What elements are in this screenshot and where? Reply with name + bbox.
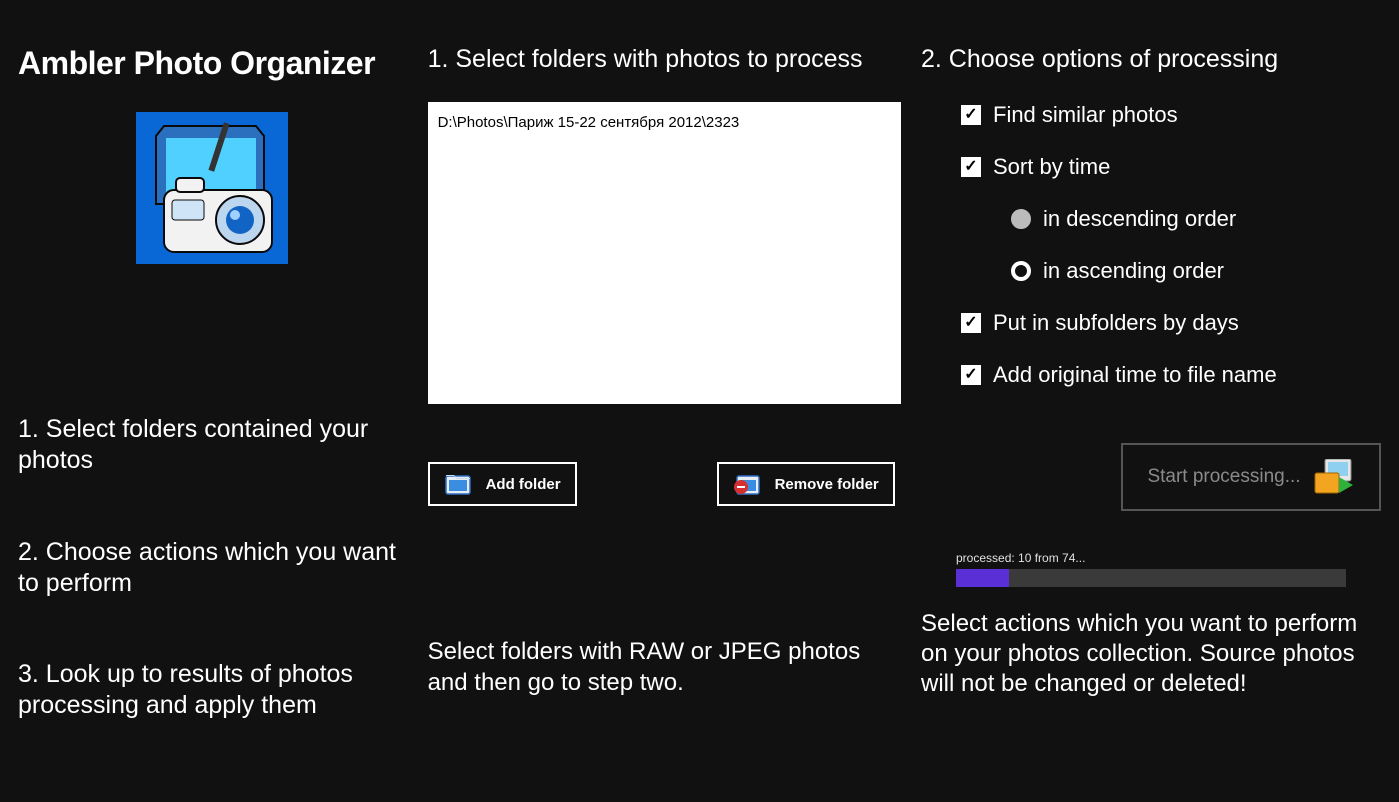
- mid-help-text: Select folders with RAW or JPEG photos a…: [428, 636, 901, 698]
- radio-icon[interactable]: [1011, 261, 1031, 281]
- progress-fill: [956, 569, 1009, 587]
- app-logo-icon: [136, 112, 288, 264]
- option-label: Put in subfolders by days: [993, 310, 1239, 336]
- checkbox-icon[interactable]: [961, 313, 981, 333]
- option-find-similar[interactable]: Find similar photos: [961, 102, 1381, 128]
- option-order-descending[interactable]: in descending order: [1011, 206, 1381, 232]
- mid-heading: 1. Select folders with photos to process: [428, 45, 901, 74]
- checkbox-icon[interactable]: [961, 157, 981, 177]
- right-help-text: Select actions which you want to perform…: [921, 609, 1381, 699]
- left-step-1: 1. Select folders contained your photos: [18, 414, 408, 477]
- option-label: Find similar photos: [993, 102, 1178, 128]
- left-step-3: 3. Look up to results of photos processi…: [18, 659, 408, 722]
- folder-remove-icon: [733, 472, 761, 496]
- option-label: Sort by time: [993, 154, 1110, 180]
- option-add-time-filename[interactable]: Add original time to file name: [961, 362, 1381, 388]
- remove-folder-button[interactable]: Remove folder: [717, 462, 895, 506]
- folder-list-item[interactable]: D:\Photos\Париж 15-22 сентября 2012\2323: [438, 114, 891, 131]
- start-processing-button[interactable]: Start processing...: [1121, 443, 1381, 511]
- checkbox-icon[interactable]: [961, 105, 981, 125]
- app-title: Ambler Photo Organizer: [18, 45, 408, 82]
- folder-add-icon: [444, 472, 472, 496]
- radio-icon[interactable]: [1011, 209, 1031, 229]
- progress-bar: [956, 569, 1346, 587]
- process-play-icon: [1313, 459, 1355, 495]
- option-label: Add original time to file name: [993, 362, 1277, 388]
- remove-folder-label: Remove folder: [775, 476, 879, 493]
- checkbox-icon[interactable]: [961, 365, 981, 385]
- option-label: in ascending order: [1043, 258, 1224, 284]
- option-order-ascending[interactable]: in ascending order: [1011, 258, 1381, 284]
- folder-list[interactable]: D:\Photos\Париж 15-22 сентября 2012\2323: [428, 102, 901, 404]
- left-step-2: 2. Choose actions which you want to perf…: [18, 537, 408, 600]
- option-put-subfolders[interactable]: Put in subfolders by days: [961, 310, 1381, 336]
- add-folder-button[interactable]: Add folder: [428, 462, 577, 506]
- option-sort-by-time[interactable]: Sort by time: [961, 154, 1381, 180]
- progress-label: processed: 10 from 74...: [956, 551, 1381, 565]
- right-heading: 2. Choose options of processing: [921, 45, 1381, 74]
- start-processing-label: Start processing...: [1147, 466, 1300, 488]
- add-folder-label: Add folder: [486, 476, 561, 493]
- option-label: in descending order: [1043, 206, 1236, 232]
